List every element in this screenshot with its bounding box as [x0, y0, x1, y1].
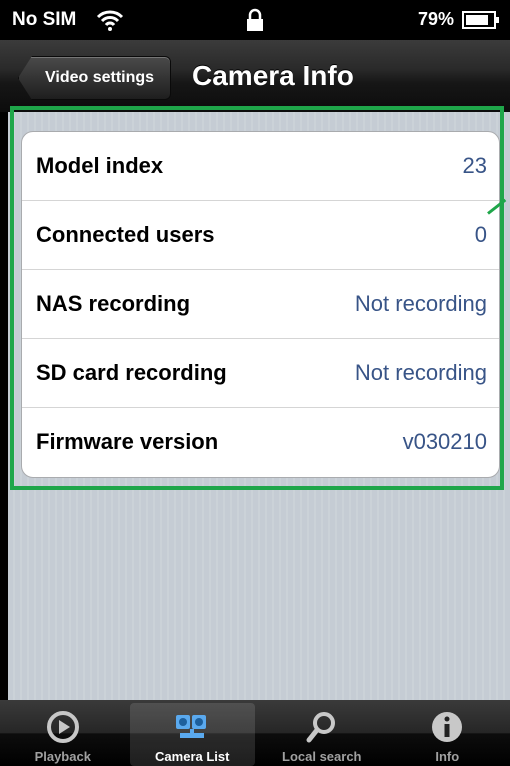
- tab-local-search[interactable]: Local search: [259, 700, 385, 766]
- tab-info[interactable]: Info: [385, 700, 510, 766]
- page-title: Camera Info: [192, 60, 354, 91]
- carrier-label: No SIM: [12, 9, 77, 30]
- tab-camera-list[interactable]: Camera List: [129, 703, 255, 766]
- highlight-box: [10, 106, 504, 490]
- lock-icon: [247, 8, 263, 31]
- navigation-bar: Video settings Camera Info: [0, 40, 510, 113]
- back-button-label: Video settings: [45, 69, 155, 86]
- battery-percent: 79%: [417, 9, 454, 29]
- tab-label: Camera List: [155, 749, 230, 764]
- battery-icon: [462, 11, 499, 29]
- tab-playback[interactable]: Playback: [0, 700, 126, 766]
- search-icon: [306, 712, 335, 743]
- camera-list-icon: [176, 715, 207, 738]
- tab-label: Playback: [34, 749, 91, 764]
- playback-icon: [46, 711, 79, 743]
- tab-label: Info: [435, 749, 460, 764]
- status-bar: No SIM 79%: [0, 0, 510, 40]
- back-button[interactable]: Video settings: [18, 56, 172, 100]
- tab-bar: Playback Camera List Local search Info: [0, 700, 510, 766]
- wifi-icon: [96, 10, 124, 31]
- tab-label: Local search: [282, 749, 362, 764]
- info-icon: [432, 712, 463, 742]
